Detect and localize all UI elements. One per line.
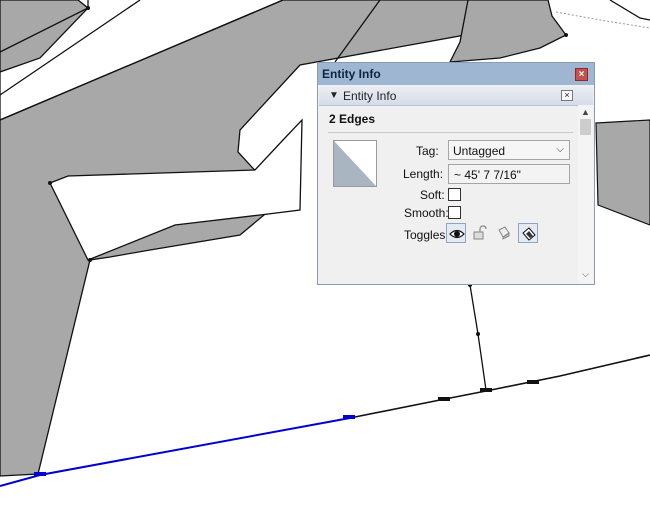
section-close-button[interactable]: × [561, 90, 573, 101]
lock-toggle[interactable] [470, 223, 490, 243]
smooth-checkbox[interactable] [448, 206, 461, 219]
visibility-toggle[interactable] [446, 223, 466, 243]
length-label: Length: [403, 167, 444, 181]
scroll-down-icon[interactable]: ⌵ [578, 267, 593, 281]
tag-select[interactable]: Untagged ⌵ [448, 140, 570, 160]
toggles-label: Toggles: [404, 228, 449, 242]
upper-right-face[interactable] [448, 0, 567, 63]
bottom-edge-black[interactable] [349, 354, 650, 419]
panel-scrollbar[interactable]: ▲ ⌵ [578, 105, 593, 283]
right-face[interactable] [595, 119, 650, 226]
soft-checkbox[interactable] [448, 188, 461, 201]
shadow-cast-icon [498, 226, 510, 240]
cast-shadows-toggle[interactable] [494, 223, 514, 243]
receive-shadows-toggle[interactable] [518, 223, 538, 243]
panel-close-button[interactable]: × [575, 68, 588, 81]
panel-title: Entity Info [322, 67, 381, 81]
panel-titlebar[interactable]: Entity Info × [318, 63, 594, 85]
scroll-thumb[interactable] [580, 119, 591, 135]
selection-heading: 2 Edges [329, 112, 376, 126]
material-swatch[interactable] [333, 140, 377, 187]
shadow-receive-icon [522, 227, 536, 241]
divider [328, 132, 573, 133]
tag-value: Untagged [453, 144, 506, 158]
selected-edge[interactable] [0, 417, 351, 487]
length-field[interactable]: ~ 45' 7 7/16" [448, 164, 570, 184]
chevron-down-icon: ⌵ [556, 144, 564, 155]
padlock-icon [473, 225, 487, 240]
smooth-label: Smooth: [404, 206, 449, 220]
section-header-entity-info[interactable]: ▼ Entity Info × [319, 87, 593, 106]
soft-label: Soft: [420, 188, 445, 202]
collapse-triangle-icon[interactable]: ▼ [329, 90, 339, 101]
entity-info-panel: Entity Info × ▼ Entity Info × ▲ ⌵ 2 Edge… [317, 62, 595, 285]
tag-label: Tag: [416, 144, 439, 158]
eye-icon [449, 229, 465, 239]
section-label: Entity Info [343, 89, 397, 103]
scroll-up-icon[interactable]: ▲ [578, 105, 593, 119]
